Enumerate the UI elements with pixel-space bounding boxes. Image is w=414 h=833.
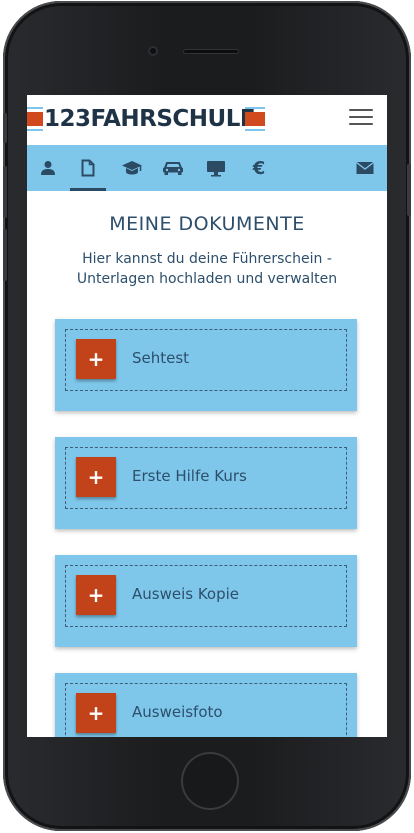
upload-dropzone[interactable]: + Ausweis Kopie [65, 565, 347, 627]
upload-dropzone[interactable]: + Ausweisfoto [65, 683, 347, 737]
add-document-button[interactable]: + [76, 339, 116, 379]
nav-contact[interactable] [347, 145, 383, 191]
document-card-ausweis-kopie: + Ausweis Kopie [55, 555, 357, 647]
mail-icon [356, 161, 374, 174]
app-header: 123FAHRSCHULE [27, 95, 387, 145]
nav-theory[interactable] [114, 145, 150, 191]
logo-stripe-left [27, 107, 43, 131]
logo[interactable]: 123FAHRSCHULE [27, 106, 267, 132]
earpiece-speaker [183, 49, 239, 54]
add-document-button[interactable]: + [76, 693, 116, 733]
plus-icon: + [87, 347, 105, 371]
logo-stripe-right [245, 107, 265, 131]
document-card-erste-hilfe: + Erste Hilfe Kurs [55, 437, 357, 529]
document-card-sehtest: + Sehtest [55, 319, 357, 411]
user-icon [41, 161, 55, 175]
page-subtitle: Hier kannst du deine Führerschein - Unte… [76, 251, 338, 287]
mute-switch [3, 113, 7, 143]
add-document-button[interactable]: + [76, 457, 116, 497]
document-list: + Sehtest + Erste Hilfe Kurs + Ausweis K… [55, 319, 357, 737]
volume-up-button [3, 166, 7, 218]
hamburger-menu-icon[interactable] [349, 109, 373, 129]
home-button[interactable] [181, 752, 239, 810]
screen: 123FAHRSCHULE € MEINE DOKUMENTE Hier kan… [27, 95, 387, 737]
document-label: Erste Hilfe Kurs [132, 467, 247, 485]
car-icon [163, 162, 183, 175]
page-title: MEINE DOKUMENTE [109, 213, 305, 235]
plus-icon: + [87, 583, 105, 607]
upload-dropzone[interactable]: + Erste Hilfe Kurs [65, 447, 347, 509]
graduation-cap-icon [122, 161, 142, 175]
nav-payment[interactable]: € [241, 145, 277, 191]
nav-driving[interactable] [155, 145, 191, 191]
document-label: Sehtest [132, 349, 190, 367]
nav-profile[interactable] [30, 145, 66, 191]
front-camera [148, 46, 158, 56]
euro-icon: € [252, 157, 266, 179]
plus-icon: + [87, 465, 105, 489]
volume-down-button [3, 229, 7, 281]
document-label: Ausweis Kopie [132, 585, 240, 603]
nav-documents[interactable] [70, 145, 106, 191]
logo-text: 123FAHRSCHULE [44, 106, 256, 132]
nav-bar: € [27, 145, 387, 191]
add-document-button[interactable]: + [76, 575, 116, 615]
document-label: Ausweisfoto [132, 703, 223, 721]
nav-online[interactable] [198, 145, 234, 191]
upload-dropzone[interactable]: + Sehtest [65, 329, 347, 391]
power-button [407, 164, 411, 216]
document-icon [81, 159, 95, 177]
document-card-ausweisfoto: + Ausweisfoto [55, 673, 357, 737]
plus-icon: + [87, 701, 105, 725]
monitor-icon [207, 160, 225, 176]
